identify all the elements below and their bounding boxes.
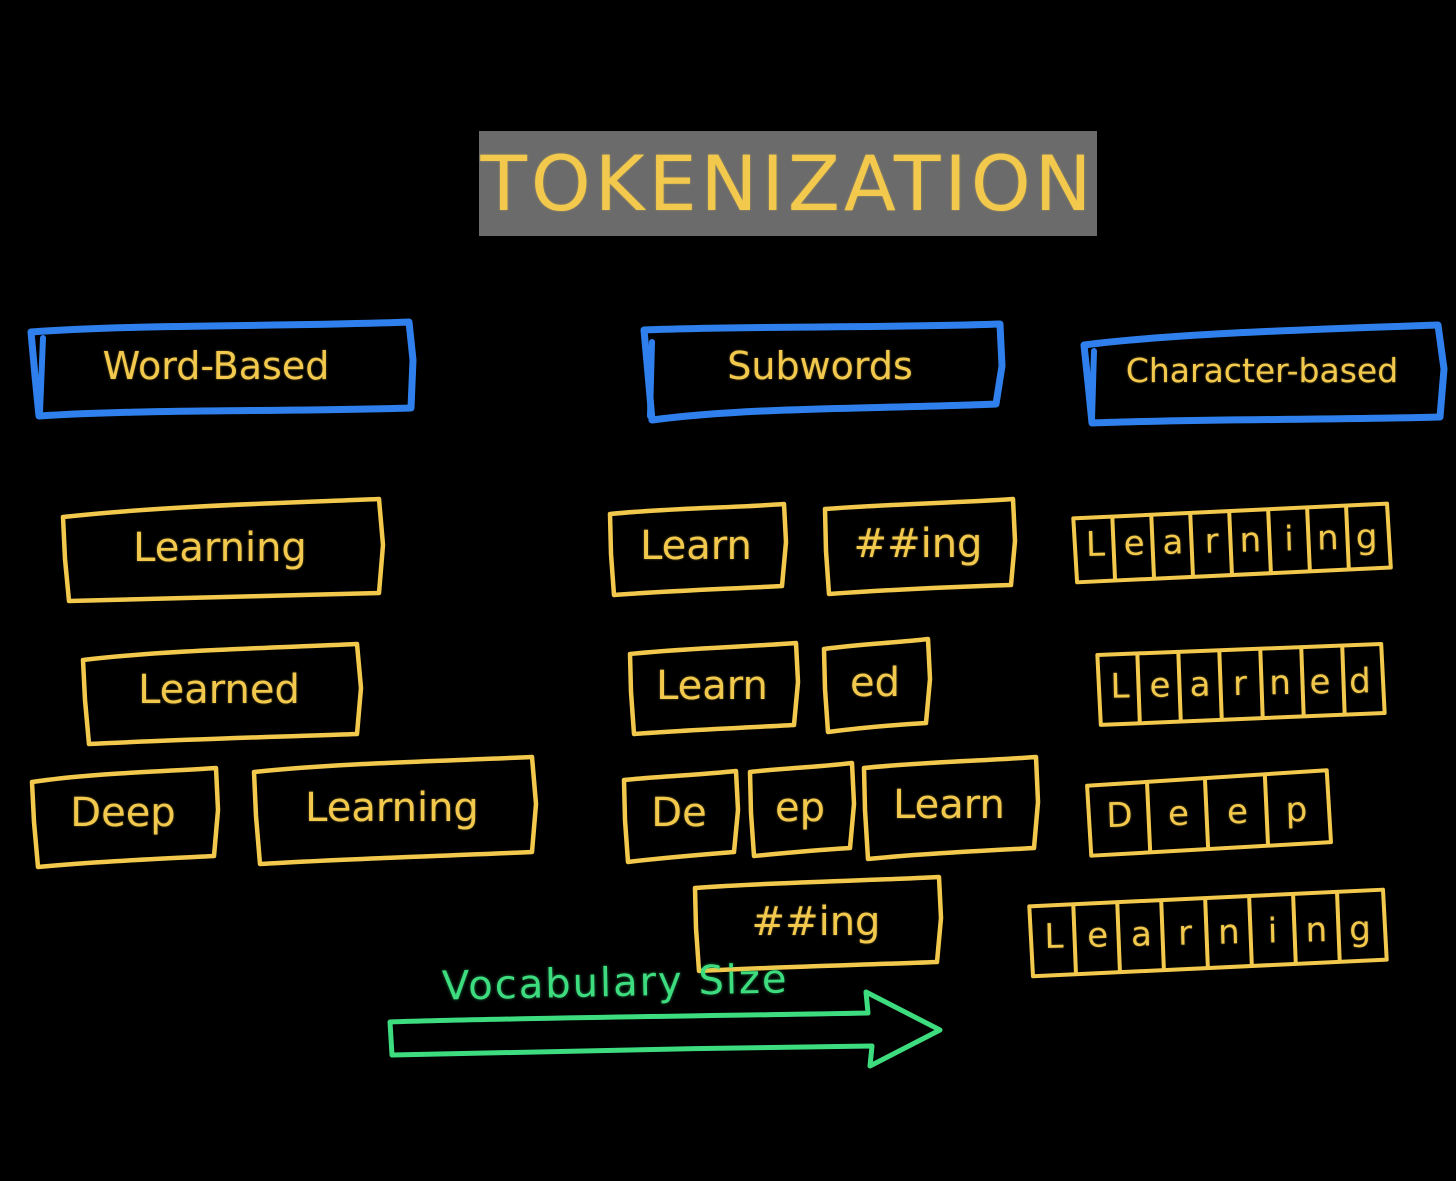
column-header-character-based[interactable]: Character-based — [1080, 321, 1448, 427]
token-box[interactable]: ep — [747, 760, 857, 859]
character-cell: n — [1268, 662, 1292, 704]
vocabulary-size-axis: Vocabulary Size — [384, 956, 954, 1075]
page-title: TOKENIZATION — [480, 139, 1096, 228]
token-label: ##ing — [853, 521, 983, 567]
character-cell: D — [1105, 795, 1134, 837]
character-cell: a — [1189, 664, 1211, 706]
character-cell: e — [1149, 665, 1171, 706]
character-cell: r — [1204, 521, 1220, 562]
token-label: Learn — [893, 782, 1005, 828]
character-cells: L e a r n e d — [1099, 647, 1380, 721]
column-header-word-based[interactable]: Word-Based — [27, 318, 417, 420]
token-label: De — [651, 790, 707, 836]
token-label: ep — [775, 785, 825, 831]
character-cell: r — [1232, 663, 1248, 705]
character-cell: a — [1130, 914, 1153, 955]
character-cell: g — [1355, 516, 1378, 558]
column-header-subwords[interactable]: Subwords — [640, 320, 1006, 424]
character-strip[interactable]: L e a r n i n g — [1071, 501, 1393, 585]
character-cell: i — [1283, 519, 1295, 560]
character-cell: n — [1217, 912, 1241, 953]
column-header-label: Character-based — [1125, 350, 1399, 390]
token-box[interactable]: Learning — [60, 496, 386, 604]
token-box[interactable]: ed — [821, 636, 933, 735]
token-box[interactable]: Learn — [607, 501, 789, 598]
token-label: Learning — [133, 524, 307, 571]
character-cell: p — [1285, 789, 1308, 831]
token-label: Learned — [138, 667, 300, 713]
character-cell: g — [1348, 909, 1372, 950]
token-box[interactable]: Learned — [80, 641, 364, 747]
character-cell: L — [1110, 666, 1130, 707]
token-box[interactable]: ##ing — [692, 874, 944, 974]
token-label: Deep — [70, 790, 176, 836]
token-box[interactable]: De — [621, 768, 741, 865]
character-cell: d — [1348, 661, 1372, 702]
character-cell: a — [1161, 522, 1184, 563]
vocabulary-size-label: Vocabulary Size — [441, 956, 789, 1010]
character-cell: e — [1123, 523, 1146, 564]
character-cell: L — [1043, 916, 1064, 957]
whiteboard-canvas: TOKENIZATION Word-Based Subwords Charact… — [0, 0, 1456, 1181]
token-box[interactable]: Deep — [29, 765, 221, 870]
character-cell: e — [1309, 662, 1331, 703]
token-label: Learn — [640, 523, 752, 569]
character-cell: e — [1226, 791, 1249, 833]
character-strip[interactable]: D e e p — [1085, 768, 1333, 858]
token-label: ed — [850, 659, 900, 706]
column-header-label: Word-Based — [102, 344, 330, 388]
character-strip[interactable]: L e a r n i n g — [1027, 887, 1389, 979]
character-strip[interactable]: L e a r n e d — [1095, 642, 1387, 727]
character-cell: e — [1086, 915, 1109, 956]
character-cells: L e a r n i n g — [1075, 506, 1387, 577]
token-box[interactable]: Learn — [627, 640, 801, 737]
character-cell: n — [1239, 520, 1262, 561]
token-label: Learning — [305, 785, 479, 831]
character-cells: D e e p — [1089, 774, 1327, 851]
token-label: Learn — [656, 662, 768, 709]
character-cell: r — [1177, 913, 1193, 954]
character-cell: i — [1267, 911, 1278, 952]
character-cell: n — [1316, 518, 1340, 559]
character-cell: L — [1085, 524, 1106, 566]
token-box[interactable]: Learning — [251, 754, 539, 867]
character-cell: n — [1305, 910, 1328, 951]
token-box[interactable]: Learn — [861, 754, 1041, 862]
column-header-label: Subwords — [727, 344, 913, 388]
character-cell: e — [1167, 793, 1190, 835]
token-box[interactable]: ##ing — [822, 496, 1018, 597]
token-label: ##ing — [751, 899, 881, 945]
character-cells: L e a r n i n g — [1031, 894, 1383, 973]
